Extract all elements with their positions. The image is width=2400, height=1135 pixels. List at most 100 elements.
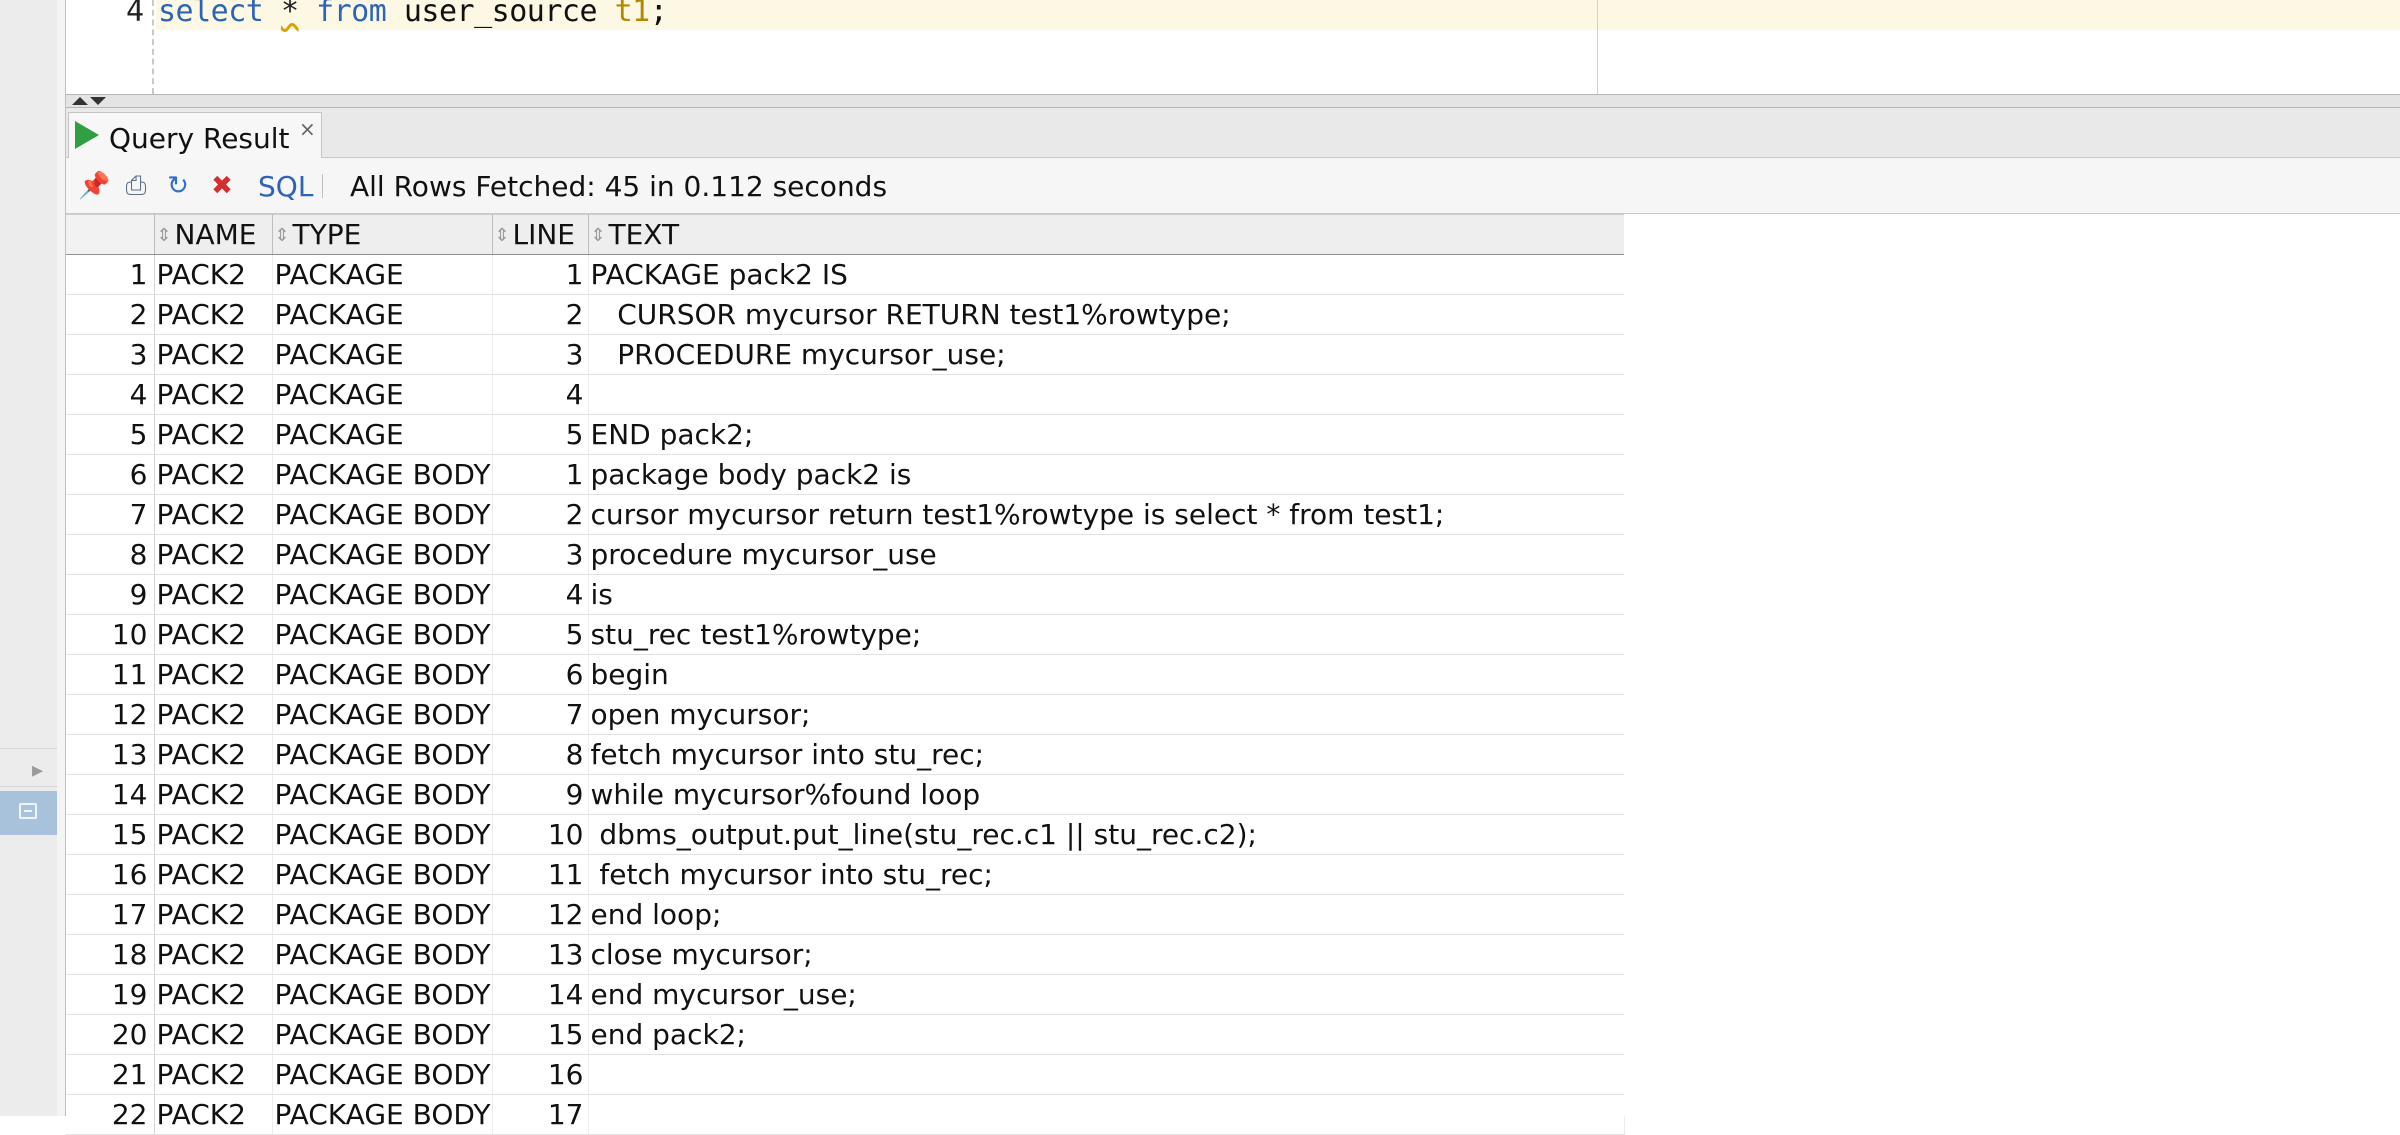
cell-text[interactable]: open mycursor; — [588, 694, 1625, 735]
close-tab-icon[interactable]: × — [299, 117, 316, 141]
row-number[interactable]: 10 — [66, 614, 155, 655]
column-header-type[interactable]: ⇕ TYPE — [272, 214, 493, 255]
cell-text[interactable]: end pack2; — [588, 1014, 1625, 1055]
cell-line[interactable]: 9 — [492, 774, 589, 815]
cell-type[interactable]: PACKAGE BODY — [272, 1094, 493, 1135]
table-row[interactable]: 18 PACK2 PACKAGE BODY 13 close mycursor; — [66, 934, 1625, 975]
table-row[interactable]: 22 PACK2 PACKAGE BODY 17 — [66, 1094, 1625, 1135]
cell-text[interactable] — [588, 374, 1625, 415]
row-number[interactable]: 2 — [66, 294, 155, 335]
cell-type[interactable]: PACKAGE BODY — [272, 654, 493, 695]
cell-text[interactable]: PACKAGE pack2 IS — [588, 254, 1625, 295]
cell-type[interactable]: PACKAGE BODY — [272, 894, 493, 935]
cell-type[interactable]: PACKAGE BODY — [272, 1054, 493, 1095]
cell-line[interactable]: 16 — [492, 1054, 589, 1095]
table-row[interactable]: 3 PACK2 PACKAGE 3 PROCEDURE mycursor_use; — [66, 334, 1625, 375]
cell-type[interactable]: PACKAGE BODY — [272, 534, 493, 575]
cell-line[interactable]: 6 — [492, 654, 589, 695]
cell-name[interactable]: PACK2 — [154, 934, 273, 975]
cell-text[interactable]: is — [588, 574, 1625, 615]
cell-name[interactable]: PACK2 — [154, 974, 273, 1015]
cell-line[interactable]: 4 — [492, 574, 589, 615]
cell-text[interactable]: while mycursor%found loop — [588, 774, 1625, 815]
cell-text[interactable]: dbms_output.put_line(stu_rec.c1 || stu_r… — [588, 814, 1625, 855]
pin-icon[interactable]: 📌 — [78, 170, 110, 202]
table-row[interactable]: 12 PACK2 PACKAGE BODY 7 open mycursor; — [66, 694, 1625, 735]
cell-type[interactable]: PACKAGE BODY — [272, 734, 493, 775]
row-number[interactable]: 9 — [66, 574, 155, 615]
cell-text[interactable]: CURSOR mycursor RETURN test1%rowtype; — [588, 294, 1625, 335]
row-number[interactable]: 13 — [66, 734, 155, 775]
row-number[interactable]: 3 — [66, 334, 155, 375]
cell-name[interactable]: PACK2 — [154, 894, 273, 935]
cell-text[interactable]: begin — [588, 654, 1625, 695]
cell-type[interactable]: PACKAGE BODY — [272, 1014, 493, 1055]
cell-name[interactable]: PACK2 — [154, 454, 273, 495]
sort-icon[interactable]: ⇕ — [495, 225, 511, 246]
cell-name[interactable]: PACK2 — [154, 574, 273, 615]
cell-line[interactable]: 7 — [492, 694, 589, 735]
column-header-line[interactable]: ⇕ LINE — [492, 214, 589, 255]
table-row[interactable]: 2 PACK2 PACKAGE 2 CURSOR mycursor RETURN te… — [66, 294, 1625, 335]
table-row[interactable]: 8 PACK2 PACKAGE BODY 3 procedure mycursor_us… — [66, 534, 1625, 575]
sql-link[interactable]: SQL — [258, 170, 313, 203]
cell-line[interactable]: 10 — [492, 814, 589, 855]
table-row[interactable]: 20 PACK2 PACKAGE BODY 15 end pack2; — [66, 1014, 1625, 1055]
cell-name[interactable]: PACK2 — [154, 614, 273, 655]
cell-type[interactable]: PACKAGE — [272, 294, 493, 335]
cell-type[interactable]: PACKAGE — [272, 254, 493, 295]
table-row[interactable]: 14 PACK2 PACKAGE BODY 9 while mycursor%found… — [66, 774, 1625, 815]
cell-name[interactable]: PACK2 — [154, 254, 273, 295]
cell-type[interactable]: PACKAGE — [272, 414, 493, 455]
row-number[interactable]: 1 — [66, 254, 155, 295]
cell-line[interactable]: 12 — [492, 894, 589, 935]
cell-text[interactable]: fetch mycursor into stu_rec; — [588, 734, 1625, 775]
cell-line[interactable]: 3 — [492, 334, 589, 375]
cell-type[interactable]: PACKAGE BODY — [272, 814, 493, 855]
cell-line[interactable]: 17 — [492, 1094, 589, 1135]
row-number[interactable]: 17 — [66, 894, 155, 935]
cell-text[interactable]: PROCEDURE mycursor_use; — [588, 334, 1625, 375]
refresh-icon[interactable]: ↻ — [162, 170, 194, 202]
table-row[interactable]: 21 PACK2 PACKAGE BODY 16 — [66, 1054, 1625, 1095]
cell-type[interactable]: PACKAGE BODY — [272, 454, 493, 495]
editor-result-splitter[interactable] — [66, 94, 2400, 108]
cell-type[interactable]: PACKAGE BODY — [272, 614, 493, 655]
cell-text[interactable]: close mycursor; — [588, 934, 1625, 975]
cell-line[interactable]: 11 — [492, 854, 589, 895]
row-number[interactable]: 6 — [66, 454, 155, 495]
table-row[interactable]: 5 PACK2 PACKAGE 5 END pack2; — [66, 414, 1625, 455]
sort-icon[interactable]: ⇕ — [591, 225, 607, 246]
table-row[interactable]: 17 PACK2 PACKAGE BODY 12 end loop; — [66, 894, 1625, 935]
cell-name[interactable]: PACK2 — [154, 654, 273, 695]
sort-icon[interactable]: ⇕ — [275, 225, 291, 246]
cell-name[interactable]: PACK2 — [154, 534, 273, 575]
cell-text[interactable]: end mycursor_use; — [588, 974, 1625, 1015]
cell-line[interactable]: 13 — [492, 934, 589, 975]
row-number[interactable]: 5 — [66, 414, 155, 455]
table-row[interactable]: 7 PACK2 PACKAGE BODY 2 cursor mycursor retur… — [66, 494, 1625, 535]
cell-type[interactable]: PACKAGE BODY — [272, 934, 493, 975]
row-number[interactable]: 15 — [66, 814, 155, 855]
table-row[interactable]: 16 PACK2 PACKAGE BODY 11 fetch mycursor int… — [66, 854, 1625, 895]
table-row[interactable]: 11 PACK2 PACKAGE BODY 6 begin — [66, 654, 1625, 695]
cell-name[interactable]: PACK2 — [154, 334, 273, 375]
column-header-text[interactable]: ⇕ TEXT — [588, 214, 1625, 255]
cell-text[interactable] — [588, 1094, 1625, 1135]
cell-line[interactable]: 1 — [492, 454, 589, 495]
cell-line[interactable]: 3 — [492, 534, 589, 575]
cell-name[interactable]: PACK2 — [154, 854, 273, 895]
cell-line[interactable]: 2 — [492, 294, 589, 335]
cell-name[interactable]: PACK2 — [154, 374, 273, 415]
cell-text[interactable]: stu_rec test1%rowtype; — [588, 614, 1625, 655]
code-line[interactable]: select * from user_source t1; — [158, 0, 668, 29]
row-number[interactable]: 12 — [66, 694, 155, 735]
cell-text[interactable]: procedure mycursor_use — [588, 534, 1625, 575]
row-number[interactable]: 22 — [66, 1094, 155, 1135]
cell-name[interactable]: PACK2 — [154, 734, 273, 775]
sql-worksheet-editor[interactable]: 4 select * from user_source t1; — [66, 0, 2400, 94]
cell-name[interactable]: PACK2 — [154, 814, 273, 855]
collapse-down-icon[interactable] — [90, 97, 106, 105]
row-number[interactable]: 11 — [66, 654, 155, 695]
row-number[interactable]: 16 — [66, 854, 155, 895]
